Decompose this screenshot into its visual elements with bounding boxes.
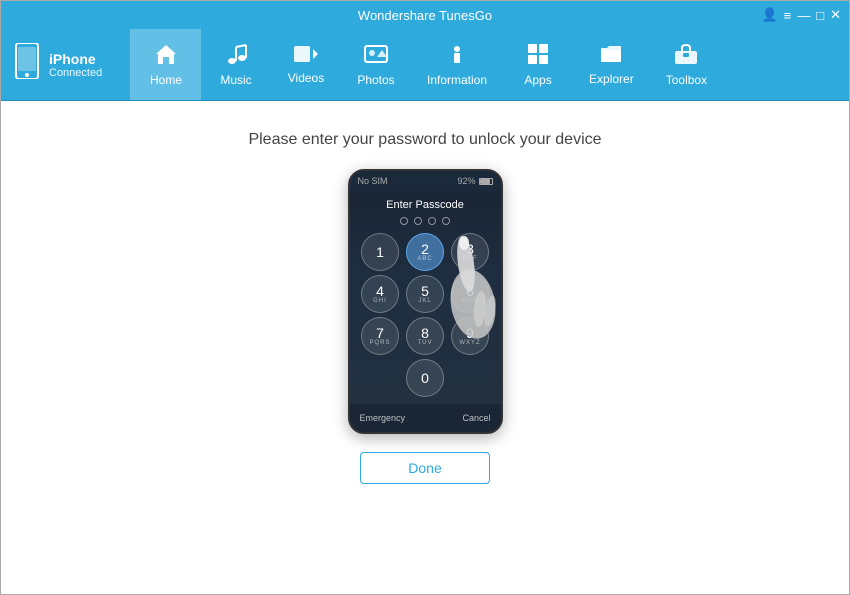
hand-overlay (438, 229, 518, 349)
key-0[interactable]: 0 (406, 359, 444, 397)
device-status: Connected (49, 67, 102, 79)
nav-tabs: Home Music (131, 29, 849, 100)
tab-music-label: Music (220, 73, 251, 87)
device-info: iPhone Connected (49, 51, 102, 79)
dot-3 (428, 217, 436, 225)
battery-icon (479, 178, 493, 185)
tab-videos-label: Videos (288, 71, 324, 85)
tab-videos[interactable]: Videos (271, 29, 341, 100)
tab-toolbox[interactable]: Toolbox (650, 29, 723, 100)
user-icon[interactable]: 👤 (761, 7, 777, 23)
music-icon (225, 43, 247, 69)
key-7[interactable]: 7PQRS (361, 317, 399, 355)
videos-icon (293, 45, 319, 67)
tab-apps-label: Apps (524, 73, 551, 87)
device-icon (13, 43, 41, 86)
done-button[interactable]: Done (360, 452, 490, 484)
tab-toolbox-label: Toolbox (666, 73, 707, 87)
cancel-label[interactable]: Cancel (462, 413, 490, 423)
phone-status-bar: No SIM 92% (350, 171, 501, 191)
key-1[interactable]: 1 (361, 233, 399, 271)
dot-1 (400, 217, 408, 225)
nav-bar: iPhone Connected Home (1, 29, 849, 101)
tab-apps[interactable]: Apps (503, 29, 573, 100)
phone-container: No SIM 92% Enter Passcode (348, 169, 503, 434)
tab-information-label: Information (427, 73, 487, 87)
maximize-icon[interactable]: □ (816, 8, 824, 23)
device-name: iPhone (49, 51, 102, 67)
explorer-icon (599, 44, 623, 68)
app-title: Wondershare TunesGo (358, 8, 492, 23)
sim-status: No SIM (358, 176, 388, 186)
emergency-label[interactable]: Emergency (360, 413, 406, 423)
title-bar: Wondershare TunesGo 👤 ≡ — □ ✕ (1, 1, 849, 29)
apps-icon (527, 43, 549, 69)
photos-icon (364, 43, 388, 69)
tab-home[interactable]: Home (131, 29, 201, 100)
tab-photos-label: Photos (357, 73, 394, 87)
tab-explorer[interactable]: Explorer (573, 29, 650, 100)
tab-photos[interactable]: Photos (341, 29, 411, 100)
toolbox-icon (674, 43, 698, 69)
close-icon[interactable]: ✕ (830, 7, 841, 23)
menu-icon[interactable]: ≡ (784, 8, 792, 23)
device-section: iPhone Connected (1, 29, 131, 100)
tab-explorer-label: Explorer (589, 72, 634, 86)
dot-4 (442, 217, 450, 225)
passcode-title: Enter Passcode (386, 199, 464, 211)
tab-music[interactable]: Music (201, 29, 271, 100)
minimize-icon[interactable]: — (797, 8, 810, 23)
information-icon (446, 43, 468, 69)
tab-information[interactable]: Information (411, 29, 503, 100)
passcode-dots (400, 217, 450, 225)
key-4[interactable]: 4GHI (361, 275, 399, 313)
unlock-prompt: Please enter your password to unlock you… (248, 131, 601, 149)
main-content: Please enter your password to unlock you… (1, 101, 849, 594)
window-controls: 👤 ≡ — □ ✕ (761, 7, 841, 23)
battery-status: 92% (457, 176, 492, 186)
phone-bottom-bar: Emergency Cancel (350, 404, 501, 432)
app-window: Wondershare TunesGo 👤 ≡ — □ ✕ iPhone Con… (0, 0, 850, 595)
tab-home-label: Home (150, 73, 182, 87)
dot-2 (414, 217, 422, 225)
home-icon (154, 43, 178, 69)
